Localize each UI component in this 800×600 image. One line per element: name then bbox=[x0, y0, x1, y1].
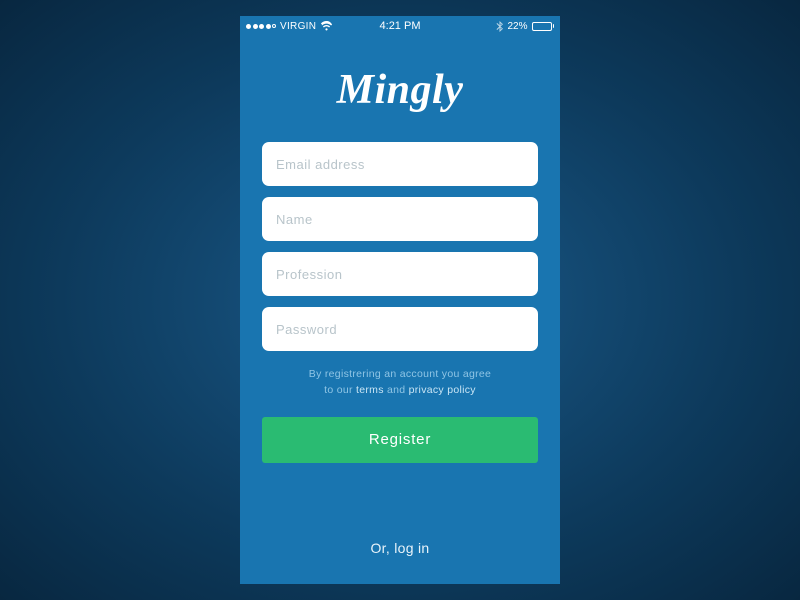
terms-text: By registrering an account you agree to … bbox=[262, 367, 538, 399]
status-right: 22% bbox=[496, 21, 554, 32]
clock: 4:21 PM bbox=[380, 20, 421, 32]
status-bar: VIRGIN 4:21 PM 22% bbox=[240, 16, 560, 36]
password-input[interactable] bbox=[262, 307, 538, 351]
login-link[interactable]: Or, log in bbox=[262, 540, 538, 556]
register-form bbox=[262, 142, 538, 351]
terms-link[interactable]: terms bbox=[356, 384, 384, 396]
terms-prefix: to our bbox=[324, 384, 356, 396]
privacy-policy-link[interactable]: privacy policy bbox=[409, 384, 476, 396]
email-input[interactable] bbox=[262, 142, 538, 186]
carrier-label: VIRGIN bbox=[280, 21, 316, 32]
terms-mid: and bbox=[384, 384, 409, 396]
battery-icon bbox=[532, 22, 555, 31]
profession-input[interactable] bbox=[262, 252, 538, 296]
app-logo: Mingly bbox=[262, 66, 538, 114]
signal-strength-icon bbox=[246, 24, 276, 29]
status-left: VIRGIN bbox=[246, 21, 333, 32]
name-input[interactable] bbox=[262, 197, 538, 241]
battery-percent: 22% bbox=[507, 21, 527, 32]
content: Mingly By registrering an account you ag… bbox=[240, 36, 560, 584]
register-button[interactable]: Register bbox=[262, 417, 538, 463]
phone-screen: VIRGIN 4:21 PM 22% Mingly By regist bbox=[240, 16, 560, 584]
wifi-icon bbox=[320, 21, 333, 31]
terms-line1: By registrering an account you agree bbox=[309, 368, 491, 380]
bluetooth-icon bbox=[496, 21, 503, 32]
